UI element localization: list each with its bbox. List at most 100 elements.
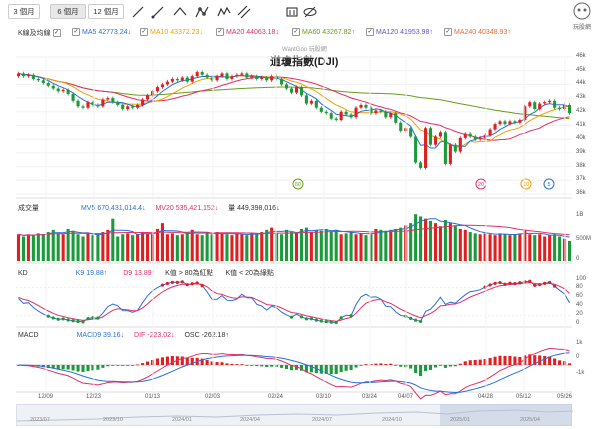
osc-bar — [260, 365, 264, 367]
volume-bar — [56, 233, 60, 261]
volume-bar — [220, 233, 224, 261]
stock-chart[interactable]: 60 20 10 5 — [0, 0, 600, 400]
kd-green-dot — [349, 314, 353, 318]
kd-red-dot — [528, 279, 532, 283]
candle — [36, 78, 40, 81]
navigator-axis-label: 2024/10 — [382, 417, 402, 423]
candle — [433, 136, 438, 145]
osc-bar — [131, 365, 135, 366]
kd-red-dot — [533, 283, 537, 288]
candle — [116, 102, 120, 105]
candle — [528, 102, 532, 107]
volume-axis-label: 0 — [576, 256, 580, 262]
candle — [543, 102, 547, 104]
macd-axis-label: 0 — [576, 354, 580, 360]
candle — [21, 73, 25, 77]
candle — [200, 72, 204, 75]
date-axis-label: 12/09 — [38, 394, 54, 400]
candle — [548, 100, 552, 103]
kd-red-dot — [538, 283, 542, 287]
kd-green-dot — [324, 320, 328, 324]
kd-red-dot — [543, 281, 547, 285]
volume-bar — [513, 234, 517, 261]
price-axis-label: 39k — [576, 148, 586, 155]
kd-green-dot — [414, 318, 418, 322]
candle — [146, 95, 150, 100]
candle — [126, 106, 130, 110]
candle — [235, 74, 239, 77]
kd-axis-label: 100 — [576, 276, 587, 282]
date-axis-label: 12/23 — [86, 394, 102, 400]
osc-bar — [339, 365, 343, 373]
candle — [567, 104, 572, 114]
kd-green-dot — [51, 316, 55, 320]
osc-bar — [106, 365, 110, 367]
volume-bar — [339, 234, 343, 261]
mv5-line — [18, 218, 570, 238]
navigator-axis-label: 2023/10 — [103, 417, 123, 423]
kd-red-dot — [185, 283, 189, 287]
price-axis-label: 43k — [576, 94, 586, 101]
candle — [26, 74, 30, 77]
volume-bar — [364, 235, 368, 261]
volume-axis-label: 1B — [576, 212, 584, 218]
osc-bar — [235, 364, 239, 365]
candle — [538, 103, 542, 110]
osc-bar — [126, 365, 130, 366]
osc-bar — [513, 356, 517, 365]
volume-bar — [121, 234, 125, 261]
candle — [508, 121, 512, 125]
candle — [379, 110, 383, 112]
candle — [468, 133, 472, 137]
candle — [31, 74, 35, 79]
kd-axis-label: 20 — [576, 311, 583, 317]
volume-bar — [101, 232, 105, 261]
volume-bar — [195, 234, 199, 261]
kd-red-dot — [493, 281, 497, 285]
osc-bar — [503, 355, 507, 365]
candle — [76, 100, 80, 107]
volume-bar — [165, 234, 169, 261]
osc-bar — [101, 365, 105, 368]
kd-red-dot — [548, 280, 552, 285]
osc-bar — [458, 363, 462, 365]
price-axis-label: 40k — [576, 135, 586, 142]
candle — [141, 99, 145, 105]
volume-bar — [131, 235, 135, 261]
volume-bar — [160, 223, 164, 261]
volume-bar — [250, 233, 254, 261]
volume-bar — [71, 230, 75, 261]
osc-bar — [116, 365, 120, 366]
candle — [250, 76, 254, 78]
candle — [513, 121, 517, 123]
candle — [240, 73, 244, 75]
osc-bar — [414, 365, 418, 374]
volume-bar — [319, 230, 323, 261]
price-axis-label: 41k — [576, 121, 586, 128]
osc-bar — [508, 355, 512, 365]
osc-bar — [86, 365, 90, 371]
candle — [180, 77, 184, 81]
osc-bar — [438, 364, 442, 366]
volume-axis-label: 500M — [576, 236, 592, 242]
kd-red-dot — [165, 281, 170, 286]
candle — [324, 111, 328, 114]
volume-bar — [528, 234, 532, 261]
osc-bar — [428, 365, 433, 370]
volume-bar — [170, 233, 174, 261]
volume-bar — [309, 232, 313, 261]
kd-green-dot — [339, 316, 343, 320]
candle — [374, 110, 378, 114]
price-axis-label: 37k — [576, 176, 586, 183]
osc-bar — [374, 363, 378, 365]
candle — [185, 77, 189, 82]
osc-bar — [230, 363, 234, 365]
volume-bar — [255, 234, 259, 261]
volume-bar — [180, 234, 184, 261]
osc-bar — [185, 357, 189, 365]
volume-bar — [329, 232, 333, 261]
candle — [66, 89, 70, 94]
osc-bar — [493, 356, 497, 365]
candle — [51, 85, 55, 89]
osc-bar — [344, 365, 348, 371]
